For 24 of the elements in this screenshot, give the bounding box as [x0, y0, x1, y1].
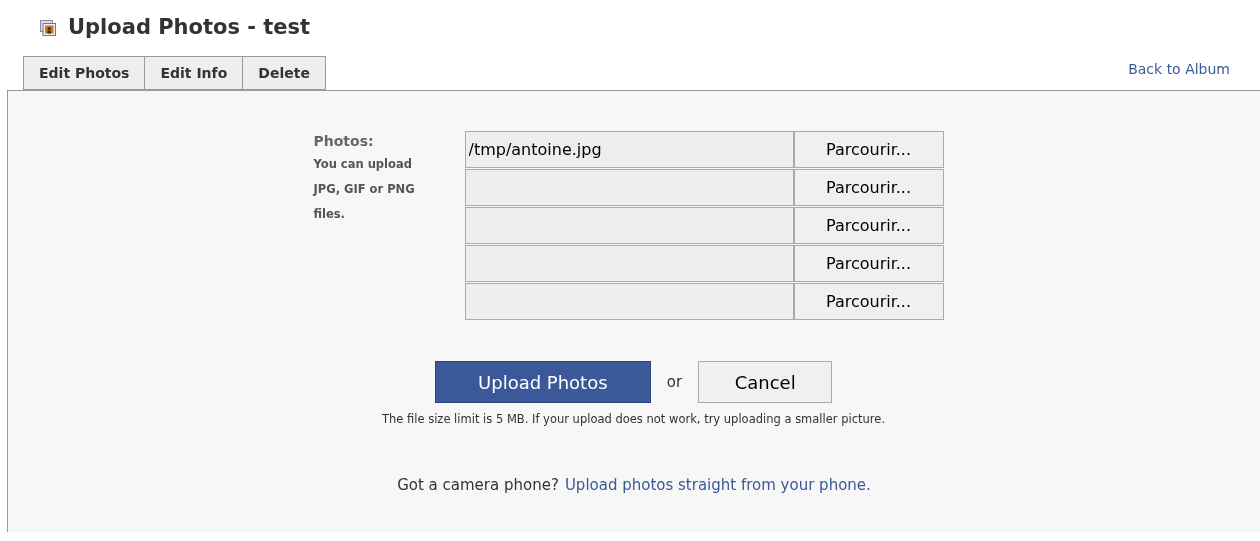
browse-button[interactable]: Parcourir...: [793, 283, 944, 320]
file-path-field[interactable]: [464, 283, 794, 320]
browse-button[interactable]: Parcourir...: [793, 131, 944, 168]
file-path-field[interactable]: [464, 169, 794, 206]
cancel-button[interactable]: Cancel: [698, 361, 833, 403]
camera-phone-question: Got a camera phone?: [397, 475, 559, 497]
tab[interactable]: Edit Photos: [23, 56, 146, 90]
hint-text: You can upload JPG, GIF or PNG files.: [313, 156, 416, 223]
browse-button[interactable]: Parcourir...: [793, 245, 944, 282]
tab[interactable]: Edit Info: [144, 56, 244, 90]
page-title: Upload Photos - test: [68, 14, 311, 42]
or-text: or: [666, 371, 683, 393]
file-path-field[interactable]: [464, 245, 794, 282]
tab[interactable]: Delete: [242, 56, 326, 90]
file-path-field[interactable]: /tmp/antoine.jpg: [464, 131, 794, 168]
phone-upload-link[interactable]: Upload photos straight from your phone.: [564, 474, 871, 497]
file-size-note: The file size limit is 5 MB. If your upload does not work, try uploading a smaller picture.: [381, 411, 886, 428]
upload-photos-button[interactable]: Upload Photos: [434, 361, 651, 403]
browse-button[interactable]: Parcourir...: [793, 207, 944, 244]
photo-album-icon: [40, 20, 56, 36]
field-label: Photos:: [313, 132, 375, 151]
file-path-field[interactable]: [464, 207, 794, 244]
back-link[interactable]: Back to Album: [1128, 59, 1230, 80]
browse-button[interactable]: Parcourir...: [793, 169, 944, 206]
